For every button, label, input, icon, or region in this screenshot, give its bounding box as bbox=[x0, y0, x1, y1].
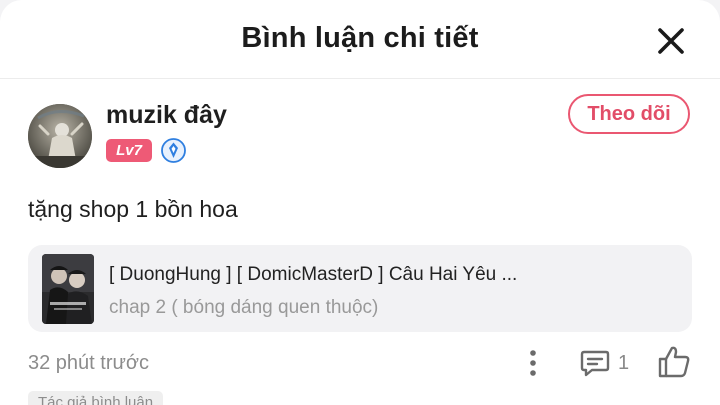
like-button[interactable] bbox=[656, 344, 692, 380]
follow-button[interactable]: Theo dõi bbox=[568, 94, 690, 134]
comment-bubble-icon bbox=[580, 350, 610, 377]
author-tag: Tác giả bình luận bbox=[28, 391, 164, 405]
page-title: Bình luận chi tiết bbox=[241, 22, 479, 54]
thumbs-up-icon bbox=[658, 346, 690, 378]
more-button[interactable] bbox=[524, 348, 542, 378]
reply-count: 1 bbox=[618, 352, 630, 374]
close-icon bbox=[658, 28, 684, 54]
level-badge: Lv7 bbox=[106, 139, 152, 162]
more-vertical-icon bbox=[530, 350, 536, 376]
manga-title: [ DuongHung ] [ DomicMasterD ] Câu Hai Y… bbox=[109, 264, 518, 285]
close-button[interactable] bbox=[654, 24, 688, 58]
manga-card[interactable]: [ DuongHung ] [ DomicMasterD ] Câu Hai Y… bbox=[28, 245, 692, 332]
comment-detail-sheet: Bình luận chi tiết muzik đây Lv7 Theo dõ… bbox=[0, 0, 720, 405]
avatar[interactable] bbox=[28, 104, 92, 168]
comment-text: tặng shop 1 bồn hoa bbox=[28, 196, 238, 222]
reply-button[interactable]: 1 bbox=[580, 347, 636, 379]
manga-chapter: chap 2 ( bóng dáng quen thuộc) bbox=[109, 297, 379, 318]
comment-timestamp: 32 phút trước bbox=[28, 352, 150, 374]
username[interactable]: muzik đây bbox=[106, 101, 227, 130]
rank-badge-icon bbox=[161, 138, 186, 163]
header: Bình luận chi tiết bbox=[0, 0, 720, 79]
manga-thumbnail bbox=[42, 254, 94, 324]
